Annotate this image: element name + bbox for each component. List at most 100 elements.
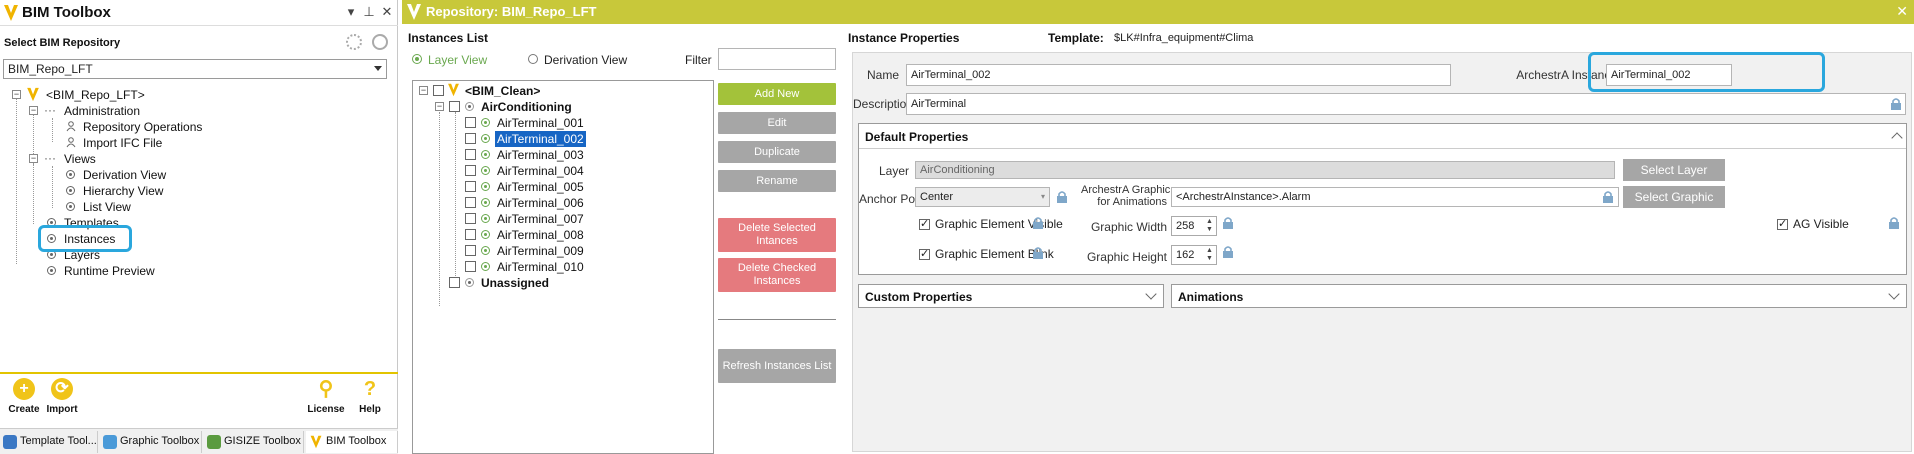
checkbox[interactable] <box>465 213 476 224</box>
lock-icon[interactable] <box>1601 190 1615 204</box>
delete-checked-button[interactable]: Delete Checked Instances <box>718 258 836 292</box>
tab-graphic-toolbox[interactable]: Graphic Toolbox <box>100 431 202 453</box>
settings-icon[interactable] <box>372 34 388 50</box>
checkbox[interactable] <box>465 261 476 272</box>
tree-item-hierarchy-view[interactable]: Hierarchy View <box>83 184 163 198</box>
derivation-view-radio[interactable] <box>528 54 538 64</box>
tree-item-repository-operations[interactable]: Repository Operations <box>83 120 202 134</box>
tree-item-views[interactable]: Views <box>64 152 96 166</box>
create-button[interactable]: + Create <box>6 378 42 415</box>
lock-icon[interactable] <box>1887 216 1901 230</box>
close-icon[interactable]: ✕ <box>1896 3 1908 20</box>
dropdown-arrow-icon[interactable]: ▾ <box>343 4 359 20</box>
duplicate-button[interactable]: Duplicate <box>718 141 836 163</box>
graphic-visible-checkbox[interactable] <box>919 217 930 230</box>
expand-toggle[interactable]: − <box>29 106 38 115</box>
derivation-view-label[interactable]: Derivation View <box>544 53 627 67</box>
checkbox[interactable] <box>465 197 476 208</box>
refresh-instances-button[interactable]: Refresh Instances List <box>718 349 836 383</box>
checkbox[interactable] <box>465 245 476 256</box>
runtime-icon <box>47 266 56 275</box>
chevron-down-icon[interactable] <box>1888 288 1900 300</box>
tree-item-derivation-view[interactable]: Derivation View <box>83 168 166 182</box>
license-button[interactable]: ⚲ License <box>306 378 346 415</box>
graphic-width-stepper[interactable]: 258 ▲ ▼ <box>1171 216 1217 236</box>
lock-icon[interactable] <box>1221 216 1235 230</box>
expand-toggle[interactable]: − <box>419 86 428 95</box>
tree-group-airconditioning[interactable]: AirConditioning <box>481 100 572 114</box>
list-item[interactable]: AirTerminal_009 <box>497 244 584 258</box>
expand-toggle[interactable]: − <box>29 154 38 163</box>
add-new-button[interactable]: Add New <box>718 83 836 105</box>
list-item[interactable]: AirTerminal_008 <box>497 228 584 242</box>
tree-root[interactable]: <BIM_Clean> <box>465 84 540 98</box>
pin-icon[interactable]: ⊥ <box>361 4 377 20</box>
lock-icon[interactable] <box>1889 97 1903 111</box>
edit-button[interactable]: Edit <box>718 112 836 134</box>
custom-properties-group[interactable]: Custom Properties <box>858 284 1164 308</box>
list-item[interactable]: AirTerminal_005 <box>497 180 584 194</box>
list-item[interactable]: AirTerminal_010 <box>497 260 584 274</box>
select-graphic-button[interactable]: Select Graphic <box>1623 186 1725 208</box>
tab-template-toolbox[interactable]: Template Tool... <box>0 431 98 453</box>
tree-item-runtime-preview[interactable]: Runtime Preview <box>64 264 155 278</box>
list-item-selected[interactable]: AirTerminal_002 <box>495 131 586 147</box>
description-input[interactable]: AirTerminal <box>906 93 1906 115</box>
anchor-point-select[interactable]: Center ▾ <box>915 187 1050 207</box>
refresh-icon[interactable] <box>346 34 362 50</box>
chevron-down-icon[interactable] <box>1145 288 1157 300</box>
name-input[interactable]: AirTerminal_002 <box>906 64 1451 86</box>
checkbox[interactable] <box>433 85 444 96</box>
tab-bim-toolbox[interactable]: BIM Toolbox <box>306 431 398 453</box>
bim-logo-icon <box>448 83 459 97</box>
tree-item-import-ifc[interactable]: Import IFC File <box>83 136 162 150</box>
list-item[interactable]: AirTerminal_003 <box>497 148 584 162</box>
filter-input[interactable] <box>718 48 836 70</box>
down-icon[interactable]: ▼ <box>1206 255 1214 263</box>
animations-group[interactable]: Animations <box>1171 284 1907 308</box>
tree-item-list-view[interactable]: List View <box>83 200 131 214</box>
close-icon[interactable]: ✕ <box>379 4 395 20</box>
expand-toggle[interactable]: − <box>12 90 21 99</box>
up-icon[interactable]: ▲ <box>1206 247 1214 255</box>
chevron-up-icon[interactable] <box>1891 132 1903 144</box>
tree-group-unassigned[interactable]: Unassigned <box>481 276 549 290</box>
expand-toggle[interactable]: − <box>435 102 444 111</box>
lock-icon[interactable] <box>1055 190 1069 204</box>
lock-icon[interactable] <box>1031 246 1045 260</box>
checkbox[interactable] <box>449 101 460 112</box>
checkbox[interactable] <box>465 133 476 144</box>
lock-icon[interactable] <box>1031 216 1045 230</box>
help-button[interactable]: ? Help <box>354 378 386 415</box>
checkbox[interactable] <box>449 277 460 288</box>
graphic-blink-checkbox[interactable] <box>919 247 930 260</box>
import-button[interactable]: ⟳ Import <box>44 378 80 415</box>
repository-select[interactable]: BIM_Repo_LFT <box>3 59 387 79</box>
instance-properties-title: Instance Properties <box>848 31 960 45</box>
panel-title: BIM Toolbox <box>22 4 111 21</box>
tree-item-administration[interactable]: Administration <box>64 104 140 118</box>
graphic-height-stepper[interactable]: 162 ▲ ▼ <box>1171 245 1217 265</box>
chevron-down-icon <box>374 66 382 71</box>
select-layer-button[interactable]: Select Layer <box>1623 159 1725 181</box>
checkbox[interactable] <box>465 165 476 176</box>
list-item[interactable]: AirTerminal_007 <box>497 212 584 226</box>
layer-view-radio[interactable] <box>412 54 422 64</box>
checkbox[interactable] <box>465 149 476 160</box>
checkbox[interactable] <box>465 117 476 128</box>
checkbox[interactable] <box>465 229 476 240</box>
checkbox[interactable] <box>465 181 476 192</box>
list-item[interactable]: AirTerminal_006 <box>497 196 584 210</box>
archestra-graphic-input[interactable]: <ArchestrAInstance>.Alarm <box>1171 187 1619 207</box>
ag-visible-checkbox[interactable] <box>1777 217 1788 230</box>
delete-selected-button[interactable]: Delete Selected Intances <box>718 218 836 252</box>
list-item[interactable]: AirTerminal_001 <box>497 116 584 130</box>
layer-view-label[interactable]: Layer View <box>428 53 487 67</box>
tab-gisize-toolbox[interactable]: GISIZE Toolbox <box>204 431 304 453</box>
tree-root[interactable]: <BIM_Repo_LFT> <box>46 88 145 102</box>
lock-icon[interactable] <box>1221 245 1235 259</box>
up-icon[interactable]: ▲ <box>1206 218 1214 226</box>
list-item[interactable]: AirTerminal_004 <box>497 164 584 178</box>
down-icon[interactable]: ▼ <box>1206 226 1214 234</box>
rename-button[interactable]: Rename <box>718 170 836 192</box>
